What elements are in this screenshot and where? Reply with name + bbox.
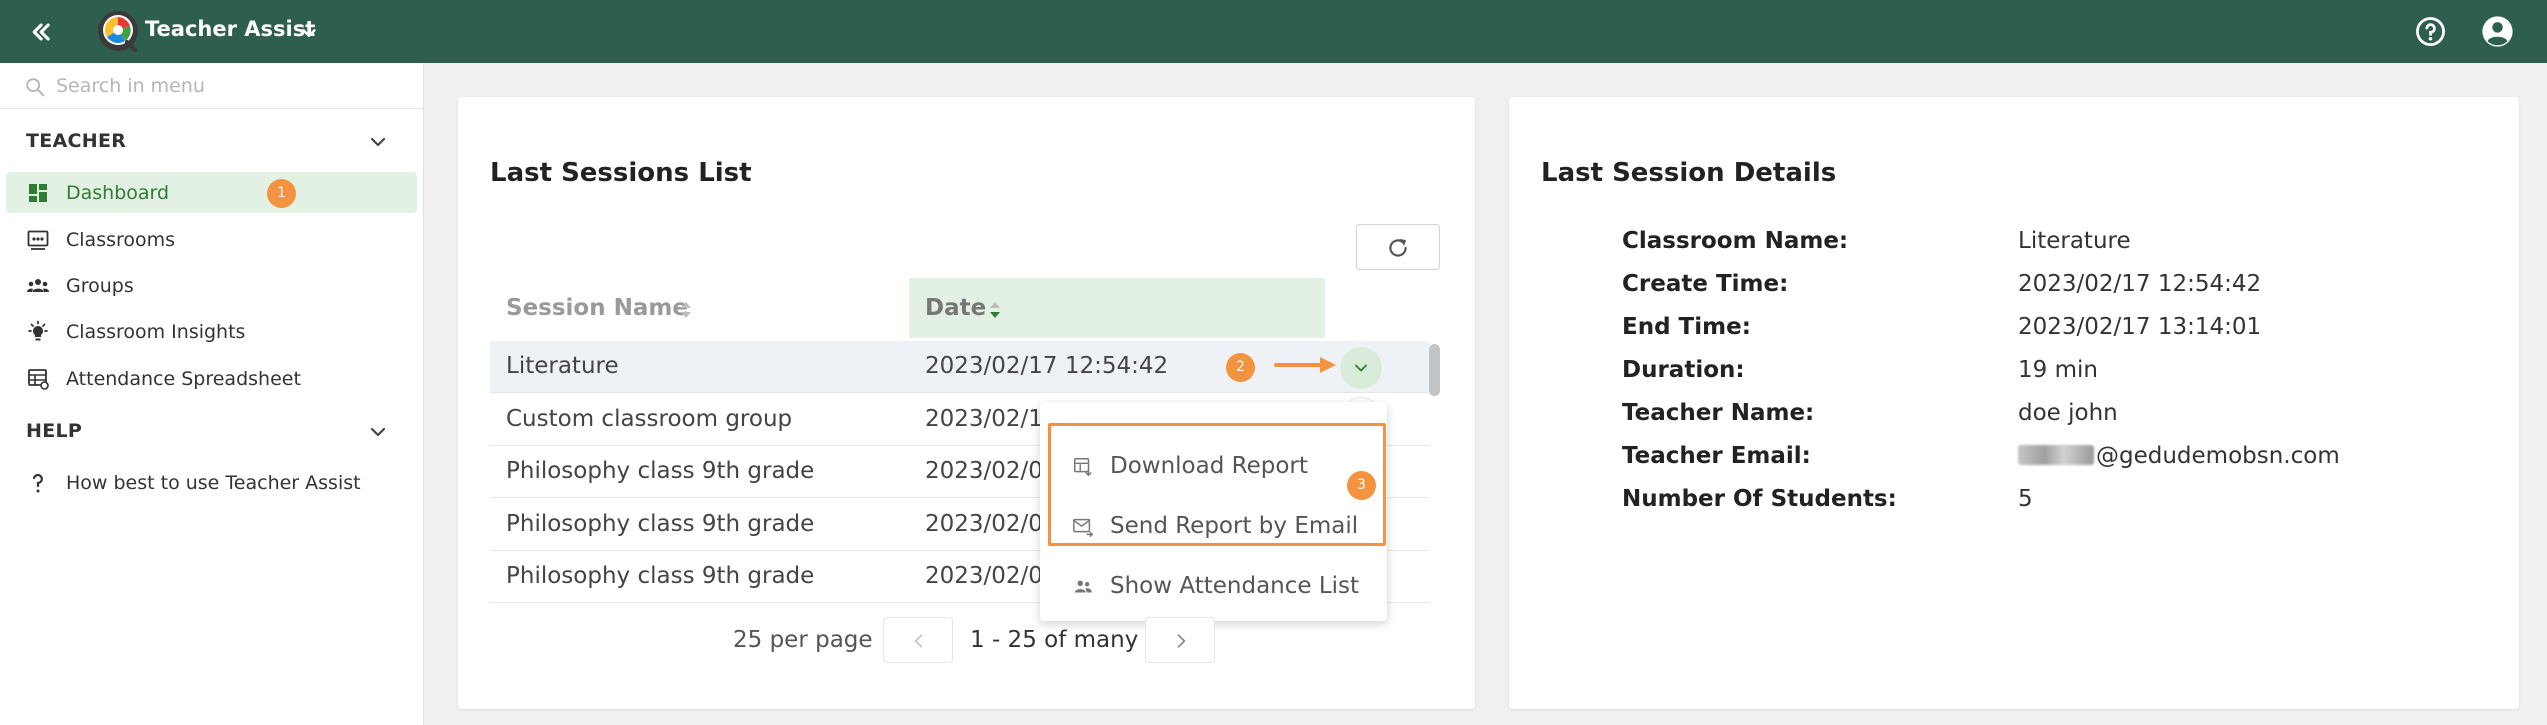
groups-icon — [27, 279, 49, 292]
session-details-card: Last Session Details Classroom Name: Lit… — [1509, 97, 2519, 709]
spreadsheet-icon — [28, 369, 49, 390]
chevron-down-icon[interactable] — [298, 22, 320, 44]
chevron-left-icon — [914, 634, 923, 648]
chevron-down-icon[interactable] — [366, 130, 390, 154]
next-page-button[interactable] — [1145, 617, 1215, 663]
sidebar-item-dashboard[interactable]: Dashboard 1 — [6, 172, 417, 213]
chevron-down-icon — [1355, 364, 1367, 372]
sidebar-item-label: Attendance Spreadsheet — [66, 368, 301, 390]
details-title: Last Session Details — [1541, 158, 1837, 188]
detail-value: 19 min — [2018, 357, 2098, 383]
detail-label: Classroom Name: — [1622, 228, 1849, 254]
chevron-right-icon — [1177, 634, 1186, 648]
people-icon — [1074, 580, 1092, 593]
column-header-label: Session Name — [506, 295, 688, 321]
account-circle-icon[interactable] — [2481, 15, 2514, 48]
column-header-label: Date — [925, 295, 987, 321]
detail-label: Number Of Students: — [1622, 486, 1897, 512]
cell-session-name: Literature — [506, 353, 619, 379]
section-title: HELP — [26, 420, 83, 442]
detail-value: doe john — [2018, 400, 2118, 426]
classroom-icon — [27, 230, 49, 250]
refresh-button[interactable] — [1356, 224, 1440, 270]
sidebar-item-label: Groups — [66, 275, 134, 297]
cell-session-name: Custom classroom group — [506, 406, 793, 432]
cell-session-name: Philosophy class 9th grade — [506, 563, 815, 589]
page-range: 1 - 25 of many — [970, 627, 1139, 653]
refresh-icon — [1389, 238, 1407, 257]
app-logo-icon — [98, 11, 138, 52]
sidebar-item-label: How best to use Teacher Assist — [66, 472, 361, 494]
sidebar-item-label: Dashboard — [66, 182, 170, 204]
search-icon — [26, 78, 45, 97]
sort-descending-icon — [990, 302, 1000, 318]
step-badge: 3 — [1347, 471, 1376, 500]
cell-session-name: Philosophy class 9th grade — [506, 458, 815, 484]
detail-label: Duration: — [1622, 357, 1745, 383]
sidebar-item-attendance-spreadsheet[interactable]: Attendance Spreadsheet — [6, 358, 417, 399]
step-badge: 1 — [267, 179, 296, 208]
detail-label: Teacher Email: — [1622, 443, 1811, 469]
menu-search — [0, 63, 423, 109]
detail-value: 2023/02/17 12:54:42 — [2018, 271, 2262, 297]
lightbulb-icon — [28, 320, 48, 341]
detail-label: End Time: — [1622, 314, 1751, 340]
cell-date: 2023/02/0 — [925, 458, 1043, 484]
row-expand-button[interactable] — [1340, 347, 1382, 389]
sidebar-item-label: Classrooms — [66, 229, 176, 251]
detail-value: 5 — [2018, 486, 2033, 512]
sidebar-item-classroom-insights[interactable]: Classroom Insights — [6, 311, 417, 352]
per-page-selector[interactable]: 25 per page — [733, 627, 873, 653]
sidebar: TEACHER Dashboard 1 Classrooms Groups — [0, 63, 424, 725]
detail-value: 2023/02/17 13:14:01 — [2018, 314, 2262, 340]
sidebar-item-classrooms[interactable]: Classrooms — [6, 219, 417, 260]
sidebar-item-groups[interactable]: Groups — [6, 265, 417, 306]
double-chevron-left-icon[interactable] — [26, 18, 54, 46]
annotation-highlight-box — [1048, 423, 1386, 546]
detail-label: Teacher Name: — [1622, 400, 1815, 426]
cell-date: 2023/02/0 — [925, 511, 1043, 537]
section-teacher[interactable]: TEACHER — [0, 121, 423, 161]
step-badge: 2 — [1226, 353, 1255, 382]
help-circle-icon[interactable] — [2414, 15, 2447, 48]
cell-date: 2023/02/17 12:54:42 — [925, 353, 1169, 379]
sidebar-item-how-to-use[interactable]: How best to use Teacher Assist — [6, 462, 417, 503]
section-help[interactable]: HELP — [0, 411, 423, 451]
redacted-text — [2018, 445, 2094, 465]
previous-page-button[interactable] — [883, 617, 953, 663]
column-header-session-name[interactable]: Session Name — [490, 278, 905, 338]
sessions-title: Last Sessions List — [490, 158, 752, 188]
cell-date: 2023/02/0 — [925, 563, 1043, 589]
search-input[interactable] — [56, 70, 406, 102]
question-mark-icon — [32, 473, 43, 493]
email-domain: @gedudemobsn.com — [2096, 443, 2340, 469]
sidebar-item-label: Classroom Insights — [66, 321, 246, 343]
cell-session-name: Philosophy class 9th grade — [506, 511, 815, 537]
detail-value: Literature — [2018, 228, 2131, 254]
column-header-date[interactable]: Date — [909, 278, 1325, 338]
arrow-right-icon — [1274, 357, 1336, 373]
teacher-email-value: @gedudemobsn.com — [2018, 443, 2340, 469]
detail-label: Create Time: — [1622, 271, 1789, 297]
cell-date: 2023/02/1 — [925, 406, 1043, 432]
chevron-down-icon[interactable] — [366, 420, 390, 444]
sort-icon — [681, 302, 691, 318]
section-title: TEACHER — [26, 130, 127, 152]
sessions-card: Last Sessions List Session Name Date Lit… — [458, 97, 1475, 709]
table-scrollbar[interactable] — [1429, 344, 1440, 396]
menu-item-show-attendance[interactable]: Show Attendance List — [1040, 558, 1387, 614]
top-bar: Teacher Assist — [0, 0, 2547, 63]
dashboard-icon — [29, 184, 47, 202]
app-title[interactable]: Teacher Assist — [145, 17, 315, 41]
menu-item-label: Show Attendance List — [1110, 573, 1360, 599]
